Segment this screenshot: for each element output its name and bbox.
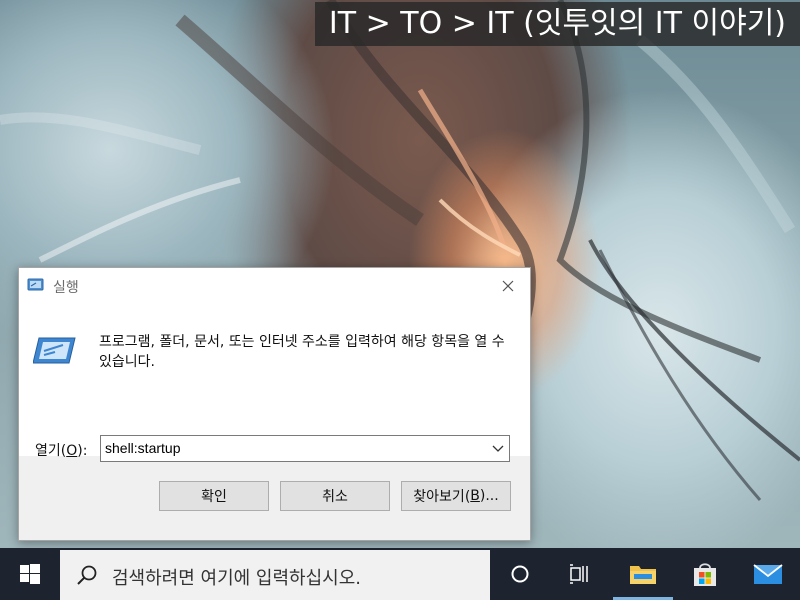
open-label: 열기(O): — [35, 440, 87, 460]
file-explorer-button[interactable] — [613, 548, 673, 600]
mail-button[interactable] — [738, 548, 798, 600]
search-icon — [77, 565, 97, 585]
dialog-description: 프로그램, 폴더, 문서, 또는 인터넷 주소를 입력하여 해당 항목을 열 수… — [99, 334, 505, 370]
open-combobox[interactable]: shell:startup — [100, 435, 510, 462]
taskbar-search[interactable]: 검색하려면 여기에 입력하십시오. — [60, 550, 490, 600]
run-program-icon — [33, 337, 76, 364]
dialog-title: 실행 — [53, 280, 79, 296]
run-icon — [27, 278, 44, 291]
close-button[interactable] — [486, 268, 530, 304]
browse-label-suffix: )... — [479, 488, 499, 504]
ok-button[interactable]: 확인 — [159, 481, 269, 511]
file-explorer-icon — [630, 566, 656, 584]
cortana-icon — [511, 565, 529, 583]
cortana-button[interactable] — [490, 548, 550, 600]
taskbar: 검색하려면 여기에 입력하십시오. — [0, 548, 800, 600]
open-label-accesskey: O — [66, 443, 78, 459]
microsoft-store-button[interactable] — [675, 548, 735, 600]
search-placeholder[interactable]: 검색하려면 여기에 입력하십시오. — [112, 564, 361, 590]
start-button[interactable] — [0, 548, 60, 600]
dialog-content: 프로그램, 폴더, 문서, 또는 인터넷 주소를 입력하여 해당 항목을 열 수… — [19, 304, 530, 462]
cancel-button[interactable]: 취소 — [280, 481, 390, 511]
open-input[interactable]: shell:startup — [105, 440, 180, 456]
microsoft-store-icon — [694, 563, 716, 586]
browse-button[interactable]: 찾아보기(B)... — [401, 481, 511, 511]
open-label-prefix: 열기( — [35, 443, 67, 459]
blog-title-banner: IT > TO > IT (잇투잇의 IT 이야기) — [314, 2, 800, 46]
run-dialog: 실행 프로그램, 폴더, 문서, 또는 인터넷 주소를 입력하여 해당 항목을 … — [18, 267, 531, 541]
browse-label-prefix: 찾아보기( — [413, 489, 471, 505]
windows-start-icon — [20, 564, 40, 584]
chevron-down-icon[interactable] — [491, 441, 505, 455]
open-label-suffix: ): — [77, 443, 88, 459]
close-icon — [502, 280, 514, 292]
task-view-icon — [570, 564, 588, 584]
dialog-titlebar[interactable]: 실행 — [19, 268, 530, 304]
browse-label-accesskey: B — [470, 488, 480, 504]
mail-icon — [753, 564, 783, 584]
task-view-button[interactable] — [550, 548, 610, 600]
